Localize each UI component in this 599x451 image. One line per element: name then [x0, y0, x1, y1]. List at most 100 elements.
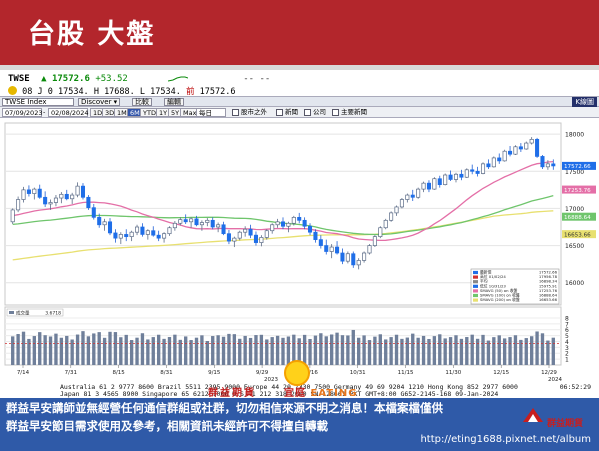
k-chart-tab[interactable]: K線圖	[572, 97, 597, 107]
volume-bar	[546, 340, 550, 365]
volume-bar	[470, 334, 474, 365]
program-logo-right-text: 宜庭 EATING	[284, 384, 357, 399]
candle-body	[162, 233, 167, 239]
x-tick-label: 12/29	[541, 370, 557, 376]
volume-bar	[427, 338, 431, 365]
slide-title-bar: 台股 大盤	[0, 0, 599, 65]
edit-button[interactable]: 編輯	[164, 98, 184, 106]
x-tick-label: 11/30	[445, 370, 461, 376]
checkbox-2[interactable]	[276, 109, 283, 116]
volume-legend-swatch	[9, 311, 14, 314]
chart-area[interactable]: 16000 16500 17000 17500 18000 1 2 3 4 5 6 7 8 17572.6…	[1, 119, 598, 384]
volume-bar	[140, 333, 145, 365]
checkbox-4[interactable]	[332, 109, 339, 116]
date-to-field[interactable]: 02/08/2024	[48, 108, 88, 117]
candle-body	[335, 246, 340, 254]
legend-swatch	[473, 284, 478, 288]
candle-body	[172, 222, 177, 229]
candle-body	[226, 233, 231, 242]
candle-body	[97, 216, 102, 226]
volume-bar	[443, 338, 447, 365]
up-arrow-icon: ▲	[41, 74, 47, 84]
disclaimer-line-1: 群益早安講師並無經營任何通信群組或社群，切勿相信來源不明之消息！本檔案檔僅供	[6, 401, 443, 415]
candle-body	[443, 174, 448, 186]
volume-bar	[502, 338, 507, 365]
quote-header: TWSE ▲ 17572.6 +53.52 -- -- 08 J 0 17534…	[0, 72, 599, 97]
price-badge-label: 17253.76	[564, 188, 591, 194]
volume-bar	[65, 335, 69, 365]
volume-bar	[156, 334, 161, 365]
candle-body	[302, 219, 307, 227]
candle-body	[178, 219, 183, 224]
compare-button[interactable]: 比較	[132, 98, 152, 106]
candle-body	[237, 231, 242, 239]
volume-bar	[421, 335, 426, 365]
security-field[interactable]: TWSE Index	[2, 98, 74, 106]
checkbox-1[interactable]	[232, 109, 239, 116]
frequency-select[interactable]: 每日	[196, 108, 226, 117]
candle-body	[475, 170, 480, 174]
candle-body	[280, 221, 286, 227]
volume-bar	[497, 335, 501, 365]
volume-bar	[48, 336, 53, 365]
candle-body	[513, 146, 518, 155]
date-from-field[interactable]: 07/09/2023	[2, 108, 42, 117]
volume-bar	[102, 337, 107, 365]
volume-bar	[475, 338, 480, 365]
discover-button[interactable]: Discover ▾	[78, 98, 121, 106]
price-badge-label: 17572.66	[564, 164, 591, 170]
candle-body	[367, 245, 372, 254]
volume-bar	[448, 337, 453, 365]
legend-swatch	[473, 298, 478, 302]
quote-symbol: TWSE	[8, 74, 30, 84]
volume-bar	[184, 336, 188, 365]
candle-body	[372, 236, 377, 246]
candle-body	[216, 224, 221, 228]
checkbox-3[interactable]	[304, 109, 311, 116]
footer-timestamp: 06:52:29	[559, 383, 591, 391]
candle-body	[124, 234, 129, 238]
candle-body	[10, 209, 15, 223]
volume-bar	[32, 336, 37, 365]
candle-body	[459, 173, 464, 178]
candle-body	[102, 221, 107, 226]
sparkline-icon	[168, 76, 188, 82]
candle-body	[194, 218, 199, 226]
date-separator: -	[43, 108, 46, 116]
candle-body	[140, 226, 145, 235]
legend-swatch	[473, 270, 478, 275]
candle-body	[378, 227, 383, 238]
album-url[interactable]: http://eting1688.pixnet.net/album	[420, 434, 591, 445]
candle-body	[70, 194, 75, 200]
volume-bar	[454, 335, 458, 365]
candle-body	[345, 253, 350, 262]
candle-body	[32, 188, 37, 194]
x-tick-label: 7/14	[17, 370, 30, 376]
candle-body	[448, 174, 453, 180]
price-chart[interactable]: 16000165001700017500180001234567817572.6…	[1, 119, 598, 384]
candle-body	[480, 163, 486, 174]
candle-body	[91, 207, 96, 218]
candle-body	[80, 185, 86, 198]
candle-body	[421, 182, 426, 190]
candle-body	[118, 234, 123, 239]
volume-bar	[113, 332, 118, 365]
disclaimer-banner: 群益早安講師並無經營任何通信群組或社群，切勿相信來源不明之消息！本檔案檔僅供 群…	[0, 398, 599, 451]
volume-bar	[162, 338, 166, 365]
corporate-logo: 群益期貨	[521, 402, 591, 432]
candle-body	[410, 194, 415, 198]
volume-bar	[540, 333, 545, 365]
coin-icon	[8, 86, 17, 95]
candle-body	[464, 169, 469, 178]
candle-body	[113, 232, 118, 239]
checkbox-4-label: 主要新聞	[341, 108, 367, 116]
candle-body	[383, 219, 388, 229]
program-logo-name: 宜庭	[284, 388, 306, 399]
volume-bar	[432, 336, 437, 365]
volume-bar	[92, 333, 96, 365]
volume-bar	[59, 337, 64, 365]
volume-bar	[173, 334, 177, 365]
candle-body	[351, 253, 356, 266]
volume-bar	[97, 332, 101, 365]
disclaimer-line-2: 群益早安節目需求使用及參考，相關資訊未經許可不得擅自轉載	[6, 419, 328, 433]
